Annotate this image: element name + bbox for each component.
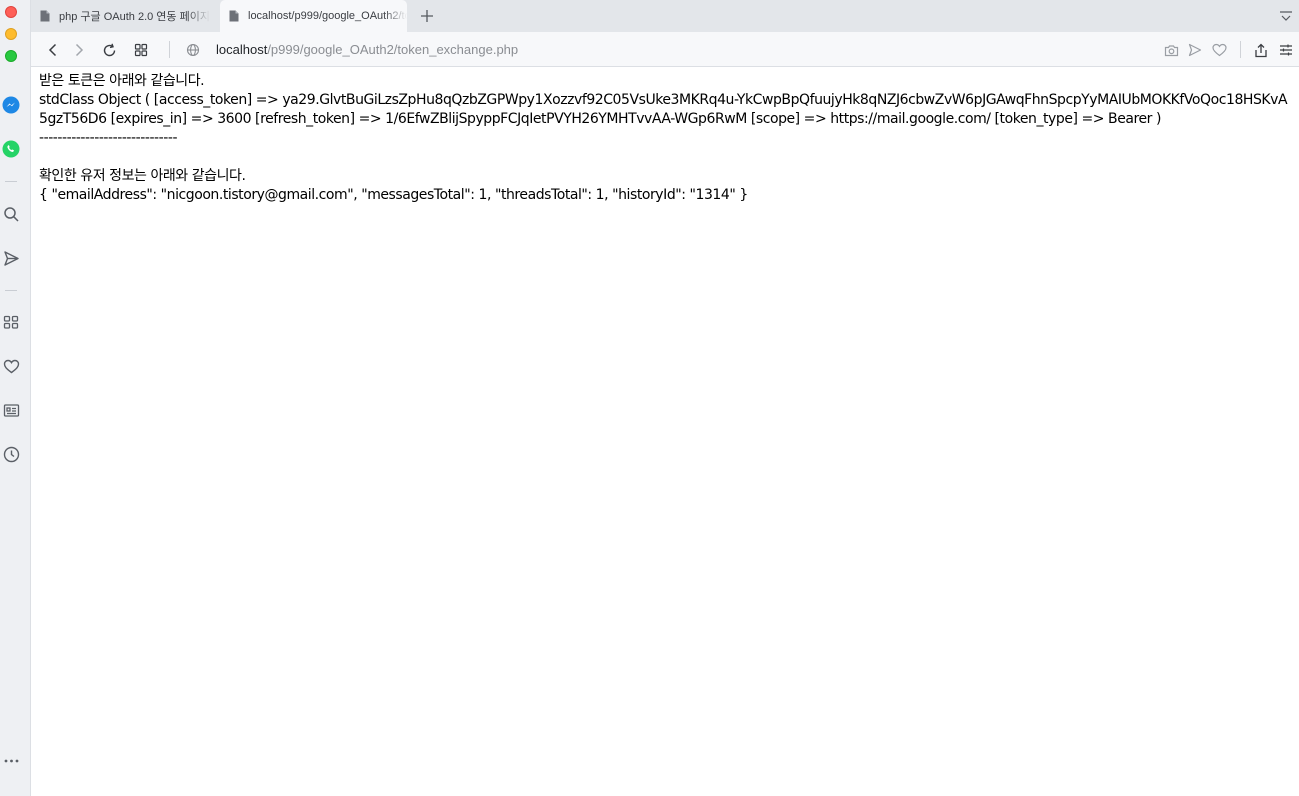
chevron-left-icon xyxy=(48,43,57,57)
token-heading: 받은 토큰은 아래와 같습니다. xyxy=(39,73,205,89)
document-icon xyxy=(229,10,239,22)
tab-label: php 구글 OAuth 2.0 연동 페이지 xyxy=(59,11,210,23)
snapshot-button[interactable] xyxy=(1162,41,1180,59)
reload-button[interactable] xyxy=(100,41,118,59)
chevron-right-icon xyxy=(75,43,84,57)
camera-icon xyxy=(1164,44,1178,56)
speed-dial-button[interactable] xyxy=(132,41,150,59)
news-icon[interactable] xyxy=(2,401,20,419)
user-heading: 확인한 유저 정보는 아래와 같습니다. xyxy=(39,168,246,184)
share-icon xyxy=(1255,43,1267,57)
speed-dial-icon[interactable] xyxy=(2,313,20,331)
tab-menu-icon[interactable] xyxy=(1279,9,1293,23)
new-tab-button[interactable] xyxy=(417,6,437,26)
tab-label: localhost/p999/google_OAuth2/token_excha… xyxy=(248,10,407,22)
share-button[interactable] xyxy=(1252,41,1270,59)
url-host: localhost xyxy=(216,42,268,57)
settings-sliders-icon xyxy=(1280,44,1292,56)
forward-button[interactable] xyxy=(70,41,88,59)
search-icon[interactable] xyxy=(2,205,20,223)
tab-strip: php 구글 OAuth 2.0 연동 페이지 localhost/p999/g… xyxy=(31,0,1299,32)
back-button[interactable] xyxy=(44,41,62,59)
document-icon xyxy=(40,10,50,22)
browser-window: php 구글 OAuth 2.0 연동 페이지 localhost/p999/g… xyxy=(0,0,1299,796)
bookmark-button[interactable] xyxy=(1210,41,1228,59)
more-options-icon[interactable] xyxy=(2,751,20,769)
plus-icon xyxy=(421,10,433,22)
heart-icon xyxy=(1211,43,1227,57)
token-dump: stdClass Object ( [access_token] => ya29… xyxy=(39,92,1288,127)
user-info-json: { "emailAddress": "nicgoon.tistory@gmail… xyxy=(39,187,748,203)
send-icon[interactable] xyxy=(2,249,20,267)
reload-icon xyxy=(103,43,115,56)
heart-icon[interactable] xyxy=(2,357,20,375)
divider-text: ------------------------------ xyxy=(39,130,178,146)
address-toolbar: localhost/p999/google_OAuth2/token_excha… xyxy=(31,32,1299,67)
tab-google-oauth[interactable]: php 구글 OAuth 2.0 연동 페이지 xyxy=(31,0,218,32)
history-icon[interactable] xyxy=(2,445,20,463)
page-content: 받은 토큰은 아래와 같습니다. stdClass Object ( [acce… xyxy=(39,72,1289,205)
grid-icon xyxy=(134,43,148,57)
tab-token-exchange[interactable]: localhost/p999/google_OAuth2/token_excha… xyxy=(220,0,407,32)
site-info-button[interactable] xyxy=(184,41,202,59)
globe-icon xyxy=(186,43,200,57)
send-to-flow-button[interactable] xyxy=(1186,41,1204,59)
easy-setup-button[interactable] xyxy=(1277,41,1295,59)
zoom-window-button[interactable] xyxy=(5,50,17,62)
send-icon xyxy=(1188,43,1202,57)
whatsapp-icon[interactable] xyxy=(2,140,20,158)
address-field[interactable]: localhost/p999/google_OAuth2/token_excha… xyxy=(216,41,518,59)
close-window-button[interactable] xyxy=(5,6,17,18)
url-path: /p999/google_OAuth2/token_exchange.php xyxy=(267,42,519,57)
messenger-icon[interactable] xyxy=(2,96,20,114)
sidebar xyxy=(0,0,31,796)
minimize-window-button[interactable] xyxy=(5,28,17,40)
